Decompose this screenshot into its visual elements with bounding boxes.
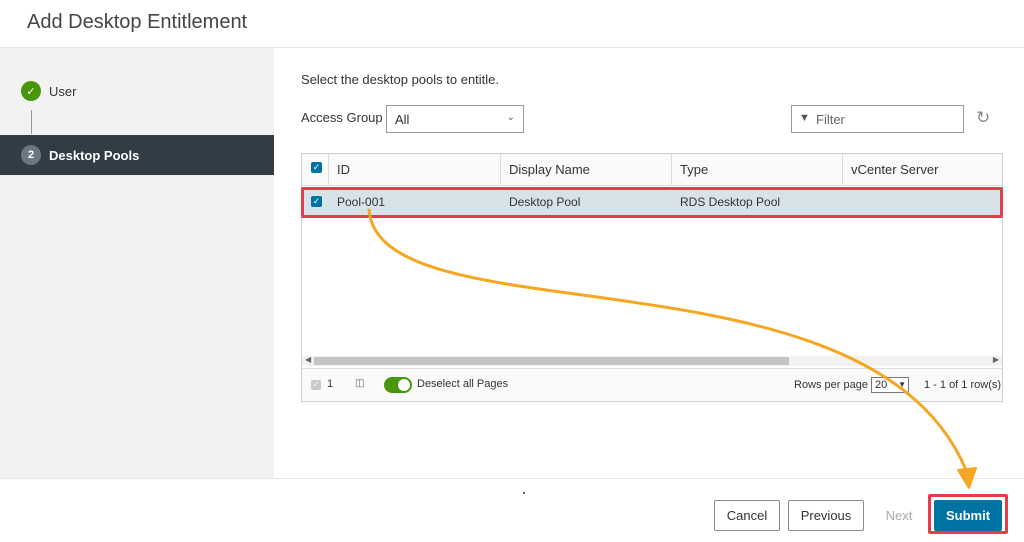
rows-per-page-value: 20 <box>875 379 888 391</box>
select-all-checkbox[interactable]: ✓ <box>311 162 322 173</box>
chevron-down-icon: ⌄ <box>506 112 515 123</box>
wizard-step-label: User <box>49 83 77 99</box>
rows-per-page-label: Rows per page <box>794 379 868 391</box>
column-header-type[interactable]: Type <box>671 154 842 186</box>
wizard-step-user[interactable]: ✓ User <box>0 71 274 111</box>
selection-check-icon: ✓ <box>311 380 321 390</box>
deselect-all-toggle[interactable] <box>384 377 412 393</box>
column-header-vcenter-server[interactable]: vCenter Server <box>842 154 1002 186</box>
rows-per-page-select[interactable]: 20 ▼ <box>871 377 909 393</box>
horizontal-scrollbar[interactable]: ◀ ▶ <box>302 355 1002 366</box>
wizard-content: Select the desktop pools to entitle. Acc… <box>274 48 1024 478</box>
pagination-range: 1 - 1 of 1 row(s) <box>924 379 1002 391</box>
scrollbar-thumb[interactable] <box>314 357 789 365</box>
submit-highlight <box>928 494 1008 534</box>
access-group-label: Access Group <box>301 110 383 125</box>
column-header-display-name[interactable]: Display Name <box>500 154 671 186</box>
scroll-right-icon[interactable]: ▶ <box>993 355 999 364</box>
selected-row-highlight <box>301 187 1003 218</box>
grid-header: ✓ ID Display Name Type vCenter Server <box>302 154 1002 186</box>
grid-footer: ✓ 1 ◫ Deselect all Pages Rows per page 2… <box>302 368 1002 401</box>
filter-placeholder: Filter <box>816 112 845 127</box>
cancel-button[interactable]: Cancel <box>714 500 780 531</box>
modal-header: Add Desktop Entitlement <box>0 0 1024 48</box>
wizard-footer: Cancel Previous Next Submit <box>0 478 1024 542</box>
column-header-id[interactable]: ID <box>328 154 500 186</box>
chevron-down-icon: ▼ <box>898 380 906 389</box>
access-group-select[interactable]: All ⌄ <box>386 105 524 133</box>
column-toggle-icon[interactable]: ◫ <box>355 378 364 389</box>
selected-count: 1 <box>327 378 334 390</box>
scroll-left-icon[interactable]: ◀ <box>305 355 311 364</box>
check-circle-icon: ✓ <box>21 81 41 101</box>
access-group-value: All <box>395 112 410 127</box>
wizard-step-desktop-pools[interactable]: 2 Desktop Pools <box>0 135 274 175</box>
page-title: Add Desktop Entitlement <box>27 11 248 33</box>
next-button[interactable]: Next <box>872 500 926 531</box>
decorative-dot <box>523 492 525 494</box>
filter-icon: ▼ <box>799 112 810 124</box>
toggle-knob <box>398 379 410 391</box>
refresh-icon[interactable]: ↻ <box>976 108 990 128</box>
wizard-step-label: Desktop Pools <box>49 147 140 163</box>
step-connector-line <box>31 110 32 134</box>
previous-button[interactable]: Previous <box>788 500 864 531</box>
deselect-all-label: Deselect all Pages <box>417 378 509 390</box>
step-number-badge: 2 <box>21 145 41 165</box>
filter-input[interactable]: ▼ Filter <box>791 105 964 133</box>
instruction-text: Select the desktop pools to entitle. <box>301 72 500 87</box>
wizard-steps: ✓ User 2 Desktop Pools <box>0 48 274 478</box>
